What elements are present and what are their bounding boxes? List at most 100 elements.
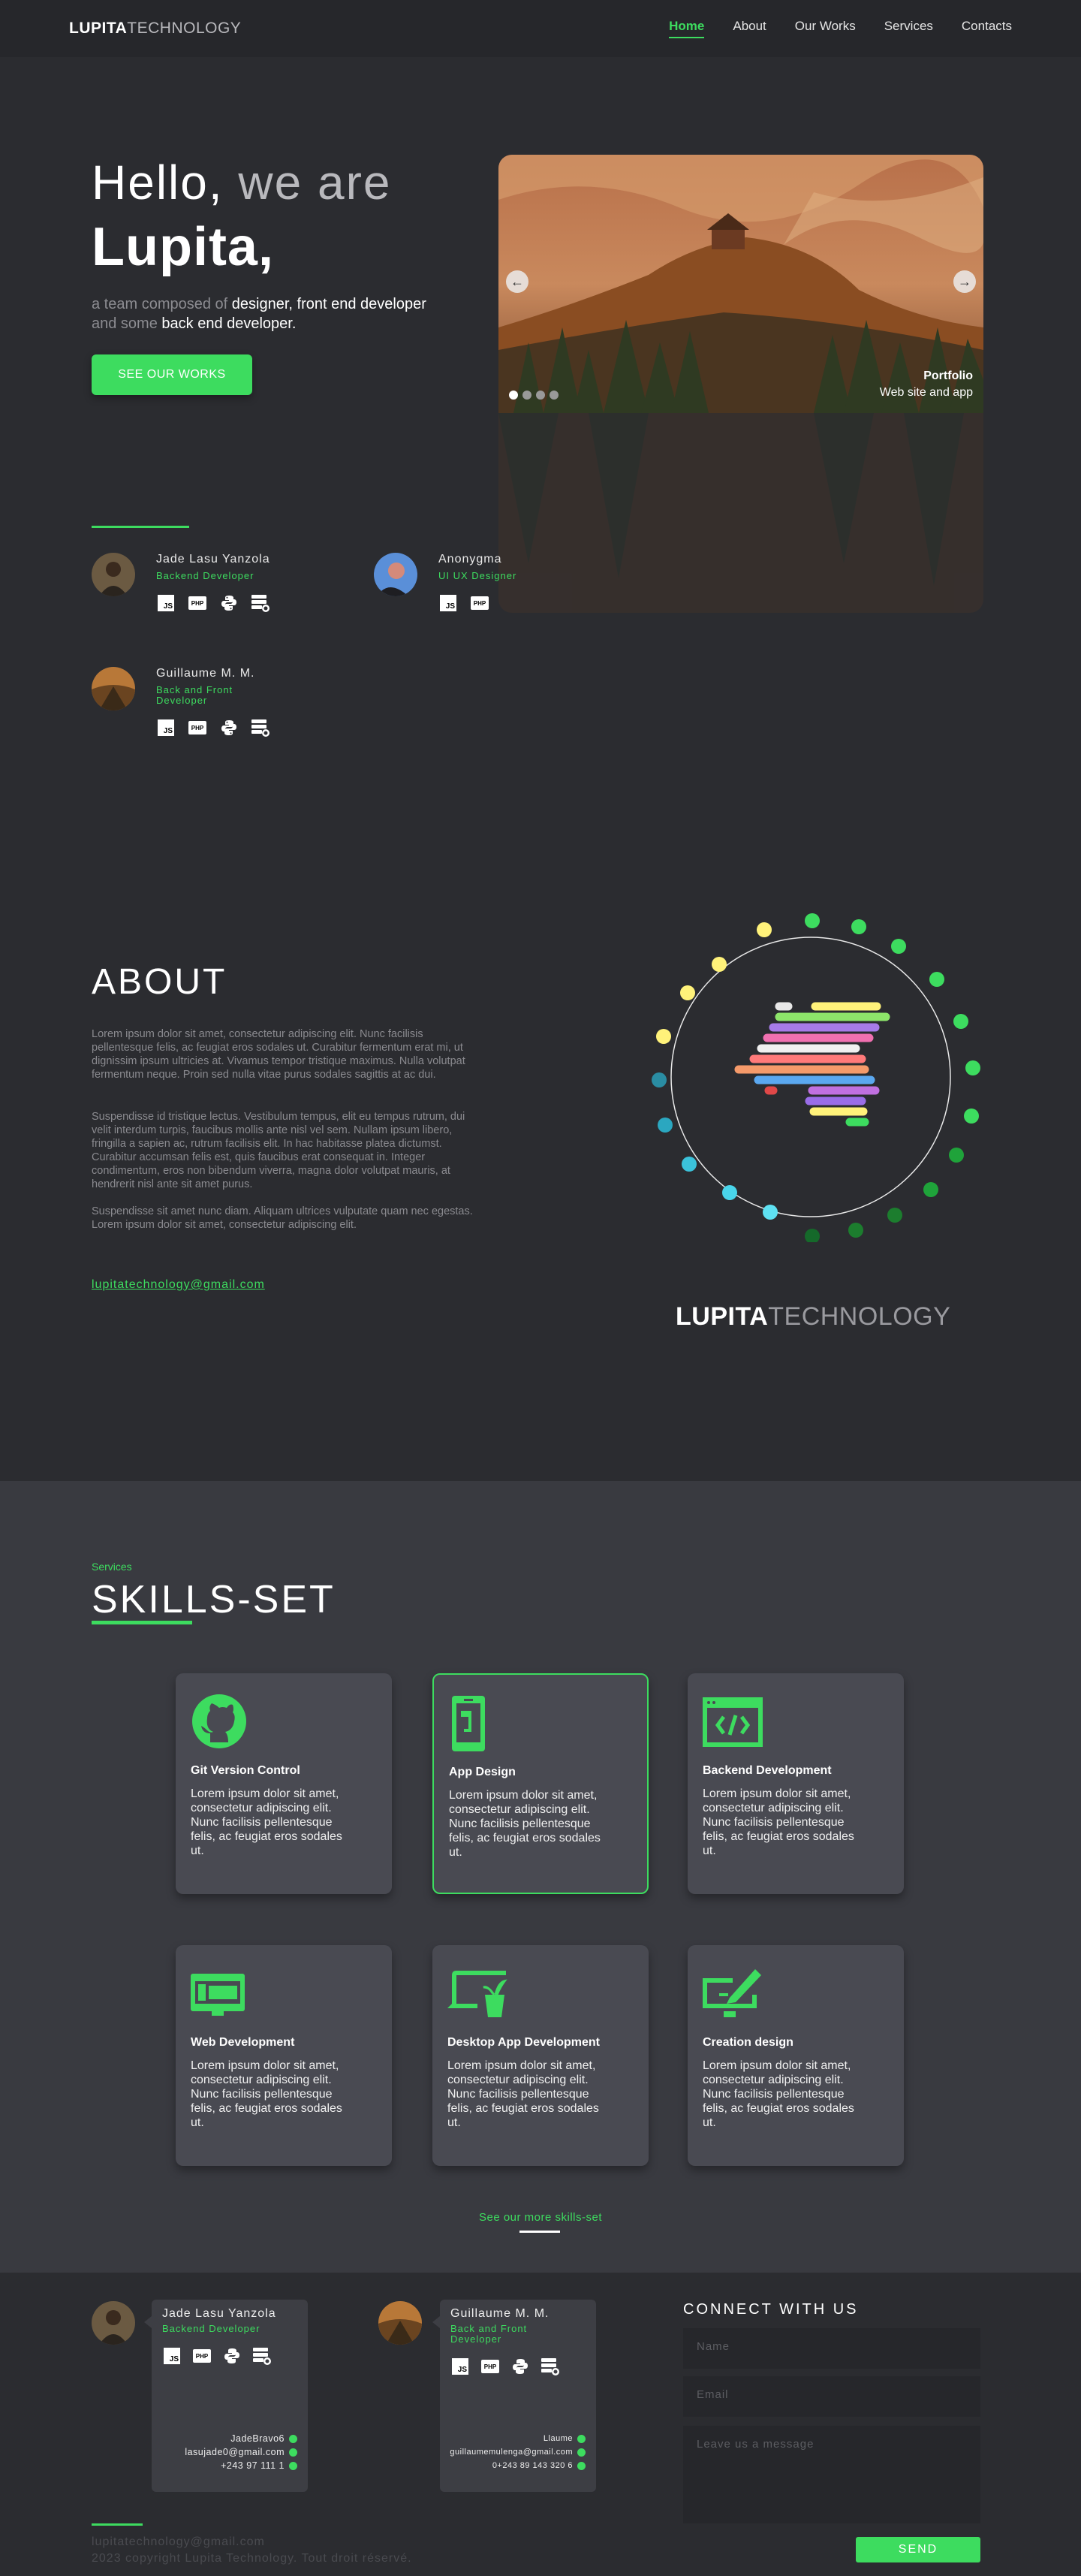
email-field[interactable]: Email [683, 2376, 980, 2417]
member-tech-list: JS PHP [438, 593, 516, 613]
member-name: Anonygma [438, 553, 502, 566]
arrow-right-icon[interactable]: → [953, 270, 976, 293]
carousel-dots [509, 391, 559, 400]
carousel-reflection [498, 413, 983, 613]
php-icon: PHP [188, 718, 207, 738]
lupita-logo-emblem [652, 913, 980, 1242]
member-tech-list: JS PHP [156, 593, 270, 613]
phone-contact[interactable]: +243 97 111 1 [185, 2459, 297, 2472]
database-icon [251, 718, 270, 738]
brand-logo[interactable]: LUPITATECHNOLOGY [69, 20, 241, 38]
send-button[interactable]: SEND [856, 2537, 980, 2562]
nav-link-about[interactable]: About [733, 19, 766, 38]
avatar [378, 2301, 422, 2345]
carousel-dot[interactable] [550, 391, 559, 400]
phone-icon [577, 2461, 586, 2470]
skill-card-web[interactable]: Web Development Lorem ipsum dolor sit am… [176, 1945, 392, 2166]
see-more-skills-link[interactable]: See our more skills-set [0, 2211, 1081, 2224]
js-icon: JS [438, 593, 458, 613]
skill-card-text: Lorem ipsum dolor sit amet, consectetur … [703, 1787, 854, 1857]
nav-link-contacts[interactable]: Contacts [962, 19, 1012, 38]
portfolio-carousel: ← → Portfolio Web site and app [498, 155, 983, 613]
name-field[interactable]: Name [683, 2328, 980, 2369]
hero-tagline: a team composed of designer, front end d… [92, 296, 426, 332]
section-title: ABOUT [92, 962, 227, 1002]
skill-card-text: Lorem ipsum dolor sit amet, consectetur … [703, 2059, 854, 2129]
hero-section: Hello, we are Lupita, a team composed of… [0, 57, 1081, 768]
php-icon: PHP [188, 593, 207, 613]
carousel-dot[interactable] [522, 391, 531, 400]
database-icon [251, 593, 270, 613]
team-member-card: Jade Lasu Yanzola Backend Developer JS P… [92, 553, 270, 613]
nav-menu: Home About Our Works Services Contacts [669, 19, 1012, 38]
arrow-left-icon[interactable]: ← [506, 270, 528, 293]
hero-title: Lupita, [92, 217, 274, 277]
divider-line [92, 1621, 192, 1624]
member-name: Jade Lasu Yanzola [156, 553, 270, 566]
skill-card-desktop[interactable]: Desktop App Development Lorem ipsum dolo… [432, 1945, 649, 2166]
carousel-dot[interactable] [536, 391, 545, 400]
python-icon [510, 2357, 530, 2376]
member-name: Jade Lasu Yanzola [162, 2307, 276, 2320]
about-paragraph: Lorem ipsum dolor sit amet, consectetur … [92, 1028, 465, 1081]
github-contact[interactable]: JadeBravo6 [185, 2432, 297, 2445]
divider-line [92, 526, 189, 528]
database-icon [252, 2346, 272, 2366]
php-icon: PHP [480, 2357, 500, 2376]
github-icon [577, 2434, 586, 2443]
github-contact[interactable]: Llaume [450, 2432, 586, 2445]
member-tech-list: JS PHP [162, 2346, 297, 2366]
js-icon: JS [162, 2346, 182, 2366]
github-icon [192, 1694, 246, 1748]
js-icon: JS [156, 718, 176, 738]
about-paragraph: Suspendisse id tristique lectus. Vestibu… [92, 1111, 465, 1190]
message-field[interactable]: Leave us a message [683, 2426, 980, 2523]
python-icon [219, 718, 239, 738]
member-name: Guillaume M. M. [450, 2307, 550, 2320]
python-icon [219, 593, 239, 613]
member-role: Backend Developer [156, 570, 254, 581]
nav-link-our-works[interactable]: Our Works [795, 19, 856, 38]
php-icon: PHP [470, 593, 489, 613]
skill-card-title: Creation design [703, 2036, 793, 2049]
member-tech-list: JS PHP [156, 718, 270, 738]
about-email-link[interactable]: lupitatechnology@gmail.com [92, 1278, 265, 1292]
carousel-caption-subtitle: Web site and app [879, 386, 973, 399]
email-contact[interactable]: lasujade0@gmail.com [185, 2445, 297, 2459]
skill-card-creation[interactable]: Creation design Lorem ipsum dolor sit am… [688, 1945, 904, 2166]
nav-link-home[interactable]: Home [669, 19, 705, 38]
member-role: Backend Developer [162, 2323, 260, 2334]
member-name: Guillaume M. M. [156, 667, 255, 680]
carousel-slide-image [498, 155, 983, 413]
mobile-app-icon [452, 1696, 485, 1751]
desktop-app-icon [447, 1971, 507, 2017]
member-role: UI UX Designer [438, 570, 517, 581]
email-contact[interactable]: guillaumemulenga@gmail.com [450, 2445, 586, 2459]
section-title: SKILLS-SET [92, 1578, 336, 1621]
skill-card-backend[interactable]: Backend Development Lorem ipsum dolor si… [688, 1673, 904, 1894]
hero-greeting: Hello, we are [92, 155, 392, 210]
skill-card-git[interactable]: Git Version Control Lorem ipsum dolor si… [176, 1673, 392, 1894]
design-pen-icon [703, 1969, 761, 2017]
skill-card-text: Lorem ipsum dolor sit amet, consectetur … [447, 2059, 599, 2129]
team-member-card: Guillaume M. M. Back and Front Developer… [92, 667, 270, 738]
top-navbar: LUPITATECHNOLOGY Home About Our Works Se… [0, 0, 1081, 57]
member-tech-list: JS PHP [450, 2357, 586, 2376]
code-window-icon [703, 1697, 763, 1747]
github-icon [289, 2434, 297, 2443]
skill-card-app-design[interactable]: App Design Lorem ipsum dolor sit amet, c… [432, 1673, 649, 1894]
skill-card-title: Git Version Control [191, 1764, 300, 1777]
footer-email[interactable]: lupitatechnology@gmail.com [92, 2535, 265, 2549]
web-monitor-icon [191, 1974, 245, 2016]
mail-icon [289, 2448, 297, 2457]
avatar [92, 2301, 135, 2345]
carousel-dot[interactable] [509, 391, 518, 400]
database-icon [540, 2357, 560, 2376]
python-icon [222, 2346, 242, 2366]
mail-icon [577, 2448, 586, 2457]
lupita-logo-text: LUPITATECHNOLOGY [676, 1302, 951, 1331]
see-our-works-button[interactable]: SEE OUR WORKS [92, 354, 252, 395]
nav-link-services[interactable]: Services [884, 19, 933, 38]
footer-section: Jade Lasu Yanzola Backend Developer JS P… [0, 2273, 1081, 2576]
phone-contact[interactable]: 0+243 89 143 320 6 [450, 2459, 586, 2472]
